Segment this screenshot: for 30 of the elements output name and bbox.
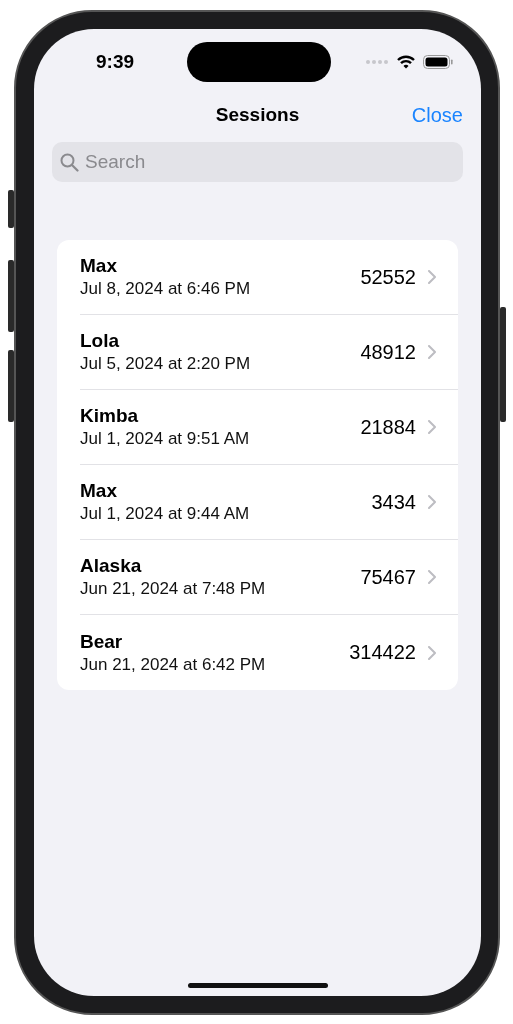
session-name[interactable]: Bear: [80, 629, 123, 654]
session-name[interactable]: Max: [80, 254, 117, 278]
session-score: 3434: [371, 490, 416, 514]
session-score: 48912: [360, 340, 416, 364]
session-date: Jun 21, 2024 at 6:42 PM: [80, 653, 266, 676]
session-date: Jul 8, 2024 at 6:46 PM: [80, 278, 251, 300]
chevron-icon: [428, 270, 436, 284]
session-score: 314422: [349, 641, 416, 664]
session-score: 52552: [360, 265, 416, 289]
session-score: 21884: [360, 415, 416, 439]
session-date: Jun 21, 2024 at 7:48 PM: [80, 578, 266, 600]
screen-title: Sessions: [215, 104, 300, 126]
session-date: Jul 1, 2024 at 9:51 AM: [80, 428, 250, 450]
wifi-icon: [397, 55, 415, 69]
session-score: 75467: [360, 565, 416, 589]
search-field[interactable]: Search: [52, 142, 463, 182]
chevron-icon: [428, 420, 436, 434]
session-name[interactable]: Alaska: [80, 554, 142, 578]
session-name[interactable]: Kimba: [80, 404, 139, 428]
chevron-icon: [428, 495, 436, 509]
chevron-icon: [428, 345, 436, 359]
session-date: Jul 5, 2024 at 2:20 PM: [80, 353, 251, 375]
session-name[interactable]: Max: [80, 479, 117, 503]
chevron-icon: [428, 570, 436, 584]
signal-dots-icon: [366, 60, 388, 64]
session-name[interactable]: Lola: [80, 329, 120, 353]
status-time: 9:39: [96, 51, 135, 73]
chevron-icon: [428, 645, 436, 660]
session-date: Jul 1, 2024 at 9:44 AM: [80, 503, 250, 525]
battery-icon: [423, 55, 453, 69]
